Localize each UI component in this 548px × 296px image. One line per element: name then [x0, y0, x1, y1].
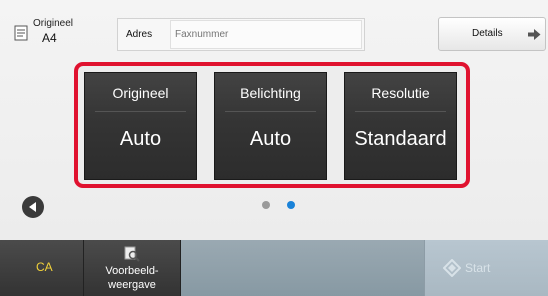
address-field-group: Adres — [117, 18, 365, 51]
page-indicator-dot[interactable] — [262, 201, 270, 209]
setting-divider — [355, 111, 446, 112]
setting-divider — [95, 111, 186, 112]
fax-screen: Origineel A4 Adres Details Origineel Aut… — [0, 0, 548, 296]
original-size: A4 — [42, 31, 57, 45]
start-button[interactable]: Start — [424, 240, 548, 296]
original-setting-button[interactable]: Origineel Auto — [84, 72, 197, 180]
details-label: Details — [472, 28, 503, 39]
exposure-setting-button[interactable]: Belichting Auto — [214, 72, 327, 180]
preview-label: Voorbeeld- weergave — [84, 264, 180, 292]
chevron-left-icon — [29, 202, 36, 212]
setting-value: Standaard — [354, 128, 447, 150]
start-diamond-icon — [443, 259, 461, 277]
ca-label: CA — [36, 260, 53, 274]
setting-divider — [225, 111, 316, 112]
setting-title: Belichting — [240, 85, 301, 101]
setting-value: Auto — [249, 128, 292, 150]
settings-panel: Origineel Auto Belichting Auto Resolutie… — [74, 62, 470, 188]
setting-value: Auto — [119, 128, 162, 150]
arrow-right-icon — [528, 29, 541, 40]
preview-button[interactable]: Voorbeeld- weergave — [84, 240, 181, 296]
bottom-bar: CA Voorbeeld- weergave Start — [0, 240, 548, 296]
start-label: Start — [465, 261, 491, 275]
resolution-setting-button[interactable]: Resolutie Standaard — [344, 72, 457, 180]
document-icon — [14, 25, 28, 41]
preview-magnifier-icon — [124, 246, 140, 262]
original-label: Origineel — [33, 18, 74, 29]
page-indicator-dot-active[interactable] — [287, 201, 295, 209]
details-button[interactable]: Details — [438, 17, 546, 51]
setting-title: Origineel — [112, 85, 169, 101]
preview-label-line2: weergave — [108, 279, 156, 291]
previous-page-button[interactable] — [22, 196, 44, 218]
clear-all-button[interactable]: CA — [0, 240, 84, 296]
preview-label-line1: Voorbeeld- — [105, 265, 159, 277]
fax-number-input[interactable] — [170, 20, 362, 49]
setting-title: Resolutie — [371, 85, 430, 101]
address-label: Adres — [126, 29, 153, 40]
